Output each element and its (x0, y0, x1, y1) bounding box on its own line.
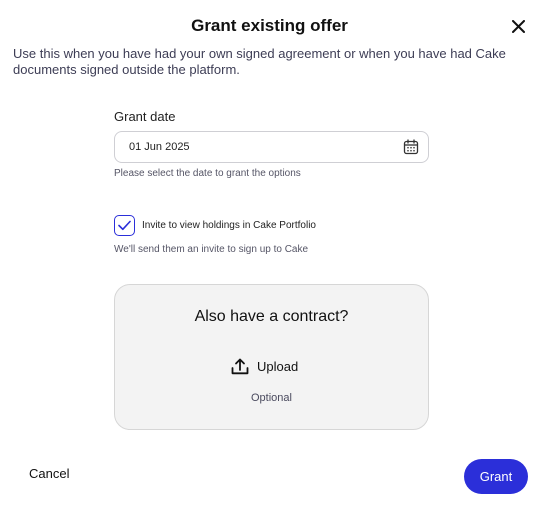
close-button[interactable] (508, 16, 528, 36)
grant-button[interactable]: Grant (464, 459, 528, 494)
grant-date-helper: Please select the date to grant the opti… (114, 168, 301, 179)
checkmark-icon (118, 220, 131, 231)
optional-label: Optional (251, 392, 292, 404)
invite-checkbox[interactable] (114, 215, 135, 236)
invite-helper: We'll send them an invite to sign up to … (114, 244, 309, 255)
grant-date-label: Grant date (114, 109, 176, 124)
upload-label: Upload (257, 358, 299, 374)
invite-checkbox-label[interactable]: Invite to view holdings in Cake Portfoli… (142, 220, 316, 231)
grant-date-input[interactable] (129, 132, 389, 162)
cancel-button[interactable]: Cancel (29, 466, 69, 481)
upload-icon (231, 358, 249, 374)
grant-offer-dialog: Grant existing offer Use this when you h… (0, 0, 539, 508)
contract-upload-card: Also have a contract? Upload Optional (114, 284, 429, 430)
upload-button[interactable]: Upload (231, 355, 298, 377)
close-icon (511, 19, 525, 33)
grant-date-field[interactable] (114, 131, 429, 163)
calendar-icon[interactable] (403, 139, 419, 155)
contract-title: Also have a contract? (194, 308, 349, 325)
dialog-description: Use this when you have had your own sign… (13, 46, 506, 77)
dialog-title: Grant existing offer (191, 16, 348, 35)
